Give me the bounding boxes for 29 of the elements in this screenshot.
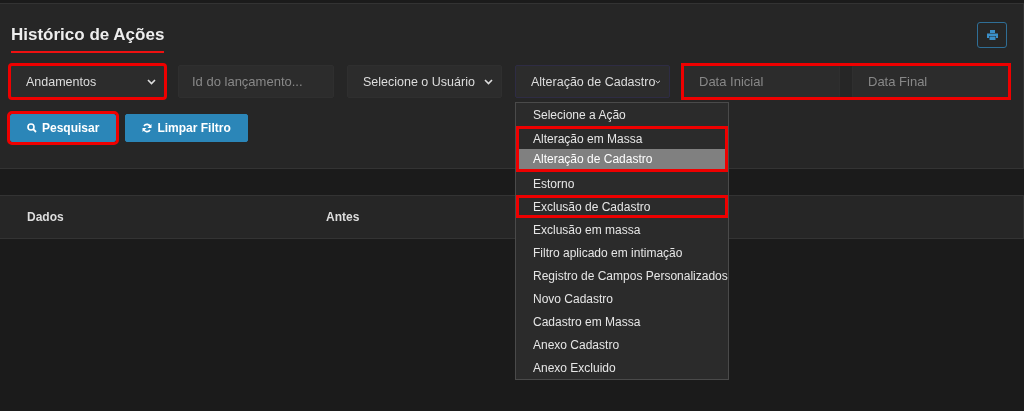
menu-option[interactable]: Exclusão em massa (516, 218, 728, 241)
date-field[interactable]: Data Final (852, 65, 1009, 98)
chevron-down-icon (484, 78, 493, 85)
select-field[interactable]: Selecione o Usuário (347, 65, 502, 98)
print-button[interactable] (977, 22, 1007, 48)
menu-option[interactable]: Estorno (516, 172, 728, 195)
menu-option[interactable]: Cadastro em Massa (516, 310, 728, 333)
date-field[interactable]: Data Inicial (683, 65, 840, 98)
menu-option[interactable]: Anexo Cadastro (516, 333, 728, 356)
menu-option[interactable]: Anexo Excluido (516, 356, 728, 379)
search-icon (27, 123, 37, 133)
menu-option[interactable]: Filtro aplicado em intimação (516, 241, 728, 264)
printer-icon (986, 30, 998, 40)
id-field[interactable]: Id do lançamento... (178, 65, 334, 98)
chevron-down-icon (655, 78, 661, 85)
chevron-down-icon (147, 78, 156, 85)
menu-option[interactable]: Novo Cadastro (516, 287, 728, 310)
search-button[interactable]: Pesquisar (10, 114, 117, 142)
select-field[interactable]: Alteração de Cadastro (515, 65, 670, 98)
menu-option[interactable]: Alteração de Cadastro (516, 149, 728, 172)
menu-option[interactable]: Exclusão de Cadastro (516, 195, 728, 218)
menu-option[interactable]: Selecione a Ação (516, 103, 728, 126)
select-field[interactable]: Andamentos (10, 65, 165, 98)
menu-option[interactable]: Registro de Campos Personalizados (516, 264, 728, 287)
clear-filter-button[interactable]: Limpar Filtro (125, 114, 248, 142)
column-header: Antes (326, 210, 360, 224)
column-header: Dados (27, 210, 65, 224)
refresh-icon (142, 123, 153, 133)
page-title: Histórico de Ações (11, 25, 165, 53)
